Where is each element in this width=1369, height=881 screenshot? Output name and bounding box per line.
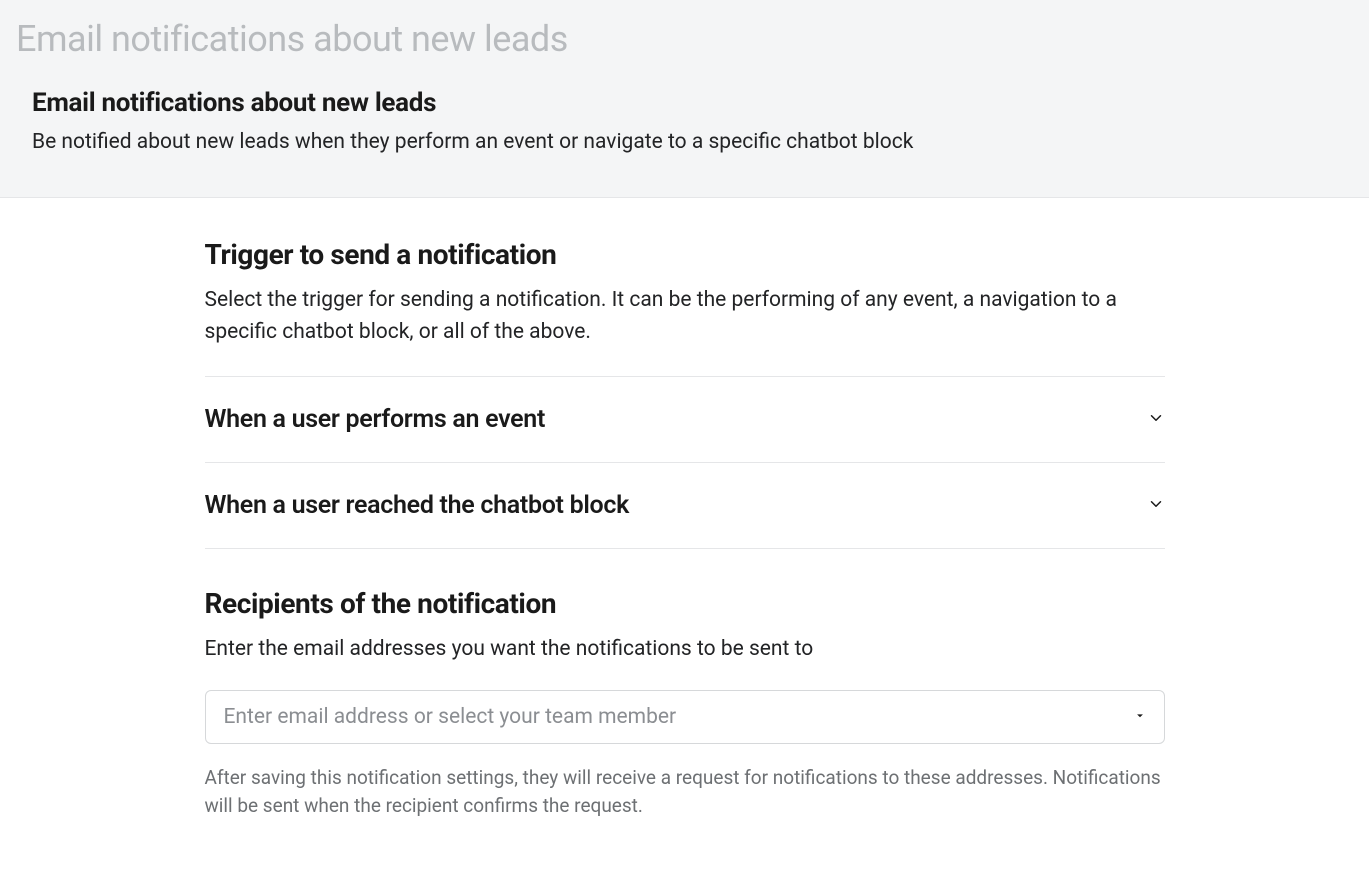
page-title-outer: Email notifications about new leads [0,0,1369,88]
section-header: Email notifications about new leads Be n… [0,88,1369,157]
section-subtitle: Be notified about new leads when they pe… [32,128,1337,157]
accordion-label: When a user performs an event [205,405,546,434]
recipients-description: Enter the email addresses you want the n… [205,634,1165,666]
trigger-title: Trigger to send a notification [205,238,1165,271]
recipients-title: Recipients of the notification [205,587,1165,620]
accordion-label: When a user reached the chatbot block [205,491,630,520]
email-select-wrap [205,690,1165,744]
accordion-item-user-event[interactable]: When a user performs an event [205,377,1165,462]
trigger-description: Select the trigger for sending a notific… [205,285,1165,348]
email-recipient-input[interactable] [205,690,1165,744]
chevron-down-icon [1147,495,1165,517]
chevron-down-icon [1147,409,1165,431]
accordion-item-chatbot-block[interactable]: When a user reached the chatbot block [205,463,1165,548]
divider [205,548,1165,549]
recipients-footnote: After saving this notification settings,… [205,764,1165,821]
recipients-block: Recipients of the notification Enter the… [205,587,1165,821]
main-content: Trigger to send a notification Select th… [205,198,1165,881]
section-title: Email notifications about new leads [32,88,1337,118]
header-band: Email notifications about new leads Emai… [0,0,1369,198]
